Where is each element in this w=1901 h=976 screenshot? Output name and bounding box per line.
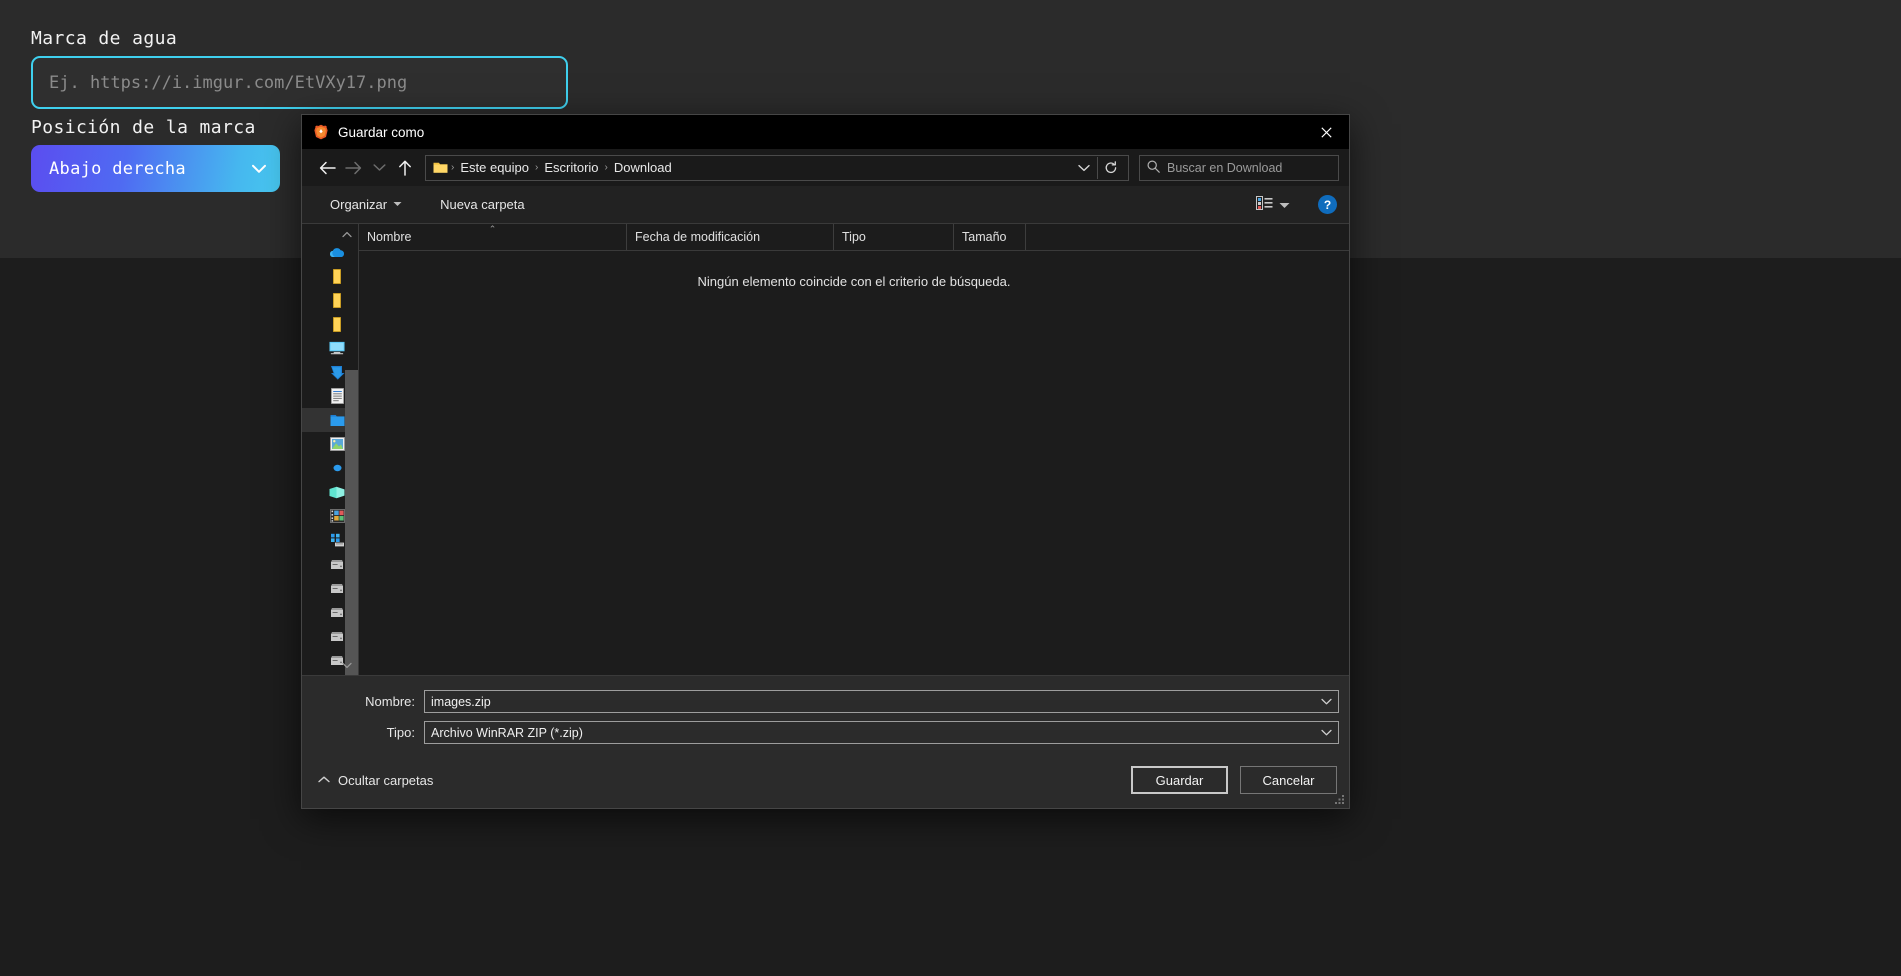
folder-yellow-icon	[329, 268, 345, 284]
watermark-position-group: Posición de la marca Abajo derecha	[31, 117, 280, 192]
empty-list-message: Ningún elemento coincide con el criterio…	[697, 274, 1011, 289]
search-icon	[1147, 159, 1160, 176]
recent-locations-chevron-down-icon[interactable]	[366, 155, 392, 181]
documents-icon	[329, 388, 345, 404]
dialog-command-bar: Organizar Nueva carpeta ?	[302, 186, 1349, 224]
sort-ascending-icon: ⌃	[488, 224, 497, 234]
dialog-title: Guardar como	[338, 124, 425, 140]
column-header-filler	[1026, 224, 1349, 250]
breadcrumb-item-download[interactable]: Download	[609, 158, 677, 177]
folder-yellow-icon	[329, 292, 345, 308]
onedrive-cloud-icon	[329, 244, 345, 260]
new-folder-label: Nueva carpeta	[440, 197, 525, 212]
sidebar-scroll-down-icon[interactable]	[338, 657, 355, 673]
file-list-column-header: ⌃ Nombre Fecha de modificación Tipo Tama…	[359, 224, 1349, 251]
pictures-icon	[329, 436, 345, 452]
breadcrumb-item-escritorio[interactable]: Escritorio	[539, 158, 603, 177]
save-as-dialog: Guardar como › Este equipo › Escritorio …	[301, 114, 1350, 809]
brave-lion-icon	[313, 124, 329, 140]
desktop-folder-icon	[329, 412, 345, 428]
view-mode-icon	[1256, 196, 1273, 213]
organize-button[interactable]: Organizar	[322, 193, 410, 216]
chevron-down-icon	[393, 200, 402, 209]
search-box[interactable]: Buscar en Download	[1139, 154, 1339, 181]
navigation-pane	[302, 224, 359, 675]
column-label: Fecha de modificación	[635, 230, 761, 244]
search-placeholder: Buscar en Download	[1167, 160, 1283, 175]
file-type-combobox[interactable]: Archivo WinRAR ZIP (*.zip)	[424, 721, 1339, 744]
drive-icon	[329, 628, 345, 644]
watermark-position-label: Posición de la marca	[31, 117, 256, 138]
drive-icon	[329, 580, 345, 596]
breadcrumb-item-este-equipo[interactable]: Este equipo	[455, 158, 534, 177]
forward-icon[interactable]	[340, 155, 366, 181]
chevron-down-icon[interactable]	[1316, 728, 1336, 738]
file-type-label: Tipo:	[386, 725, 415, 740]
column-header-fecha-modificacion[interactable]: Fecha de modificación	[627, 224, 834, 250]
file-list-pane: ⌃ Nombre Fecha de modificación Tipo Tama…	[359, 224, 1349, 675]
sidebar-scrollbar[interactable]	[345, 240, 358, 675]
up-one-level-icon[interactable]	[392, 155, 418, 181]
new-folder-button[interactable]: Nueva carpeta	[432, 193, 533, 216]
watermark-label: Marca de agua	[31, 28, 178, 49]
save-form: Nombre: images.zip Tipo: Archivo WinRAR …	[302, 675, 1349, 752]
network-apps-icon	[329, 532, 345, 548]
refresh-icon[interactable]	[1098, 156, 1124, 180]
save-button[interactable]: Guardar	[1131, 766, 1228, 794]
column-header-tipo[interactable]: Tipo	[834, 224, 954, 250]
file-name-label: Nombre:	[365, 694, 415, 709]
cancel-button[interactable]: Cancelar	[1240, 766, 1337, 794]
watermark-field-group: Marca de agua	[31, 28, 568, 109]
file-type-value[interactable]: Archivo WinRAR ZIP (*.zip)	[431, 726, 1316, 740]
file-name-combobox[interactable]: images.zip	[424, 690, 1339, 713]
help-button[interactable]: ?	[1318, 195, 1337, 214]
help-label: ?	[1323, 197, 1332, 212]
view-mode-chevron-down-icon	[1279, 197, 1290, 212]
drive-icon	[329, 604, 345, 620]
downloads-arrow-icon	[329, 364, 345, 380]
drive-icon	[329, 556, 345, 572]
chevron-up-icon	[318, 775, 330, 786]
sidebar-scroll-up-icon[interactable]	[338, 226, 355, 242]
sidebar-scrollbar-thumb[interactable]	[345, 370, 358, 675]
dialog-navigation-bar: › Este equipo › Escritorio › Download Bu…	[302, 149, 1349, 186]
address-history-chevron-down-icon[interactable]	[1071, 156, 1097, 180]
organize-label: Organizar	[330, 197, 388, 212]
music-teal-icon	[329, 484, 345, 500]
file-name-row: Nombre: images.zip	[312, 690, 1339, 713]
column-label: Tamaño	[962, 230, 1007, 244]
videos-film-icon	[329, 508, 345, 524]
dialog-footer: Ocultar carpetas Guardar Cancelar	[302, 752, 1349, 808]
close-icon[interactable]	[1303, 115, 1349, 149]
column-label: Nombre	[367, 230, 412, 244]
resize-grip-icon[interactable]	[1333, 793, 1345, 805]
column-header-nombre[interactable]: ⌃ Nombre	[359, 224, 627, 250]
watermark-input[interactable]	[31, 56, 568, 109]
column-label: Tipo	[842, 230, 866, 244]
this-pc-monitor-icon	[329, 340, 345, 356]
folder-yellow-icon	[329, 316, 345, 332]
address-bar[interactable]: › Este equipo › Escritorio › Download	[425, 154, 1129, 181]
hide-folders-toggle[interactable]: Ocultar carpetas	[312, 769, 439, 792]
view-mode-button[interactable]	[1250, 193, 1296, 216]
watermark-position-select[interactable]: Abajo derecha	[31, 145, 280, 192]
watermark-position-select-wrap: Abajo derecha	[31, 145, 280, 192]
chevron-down-icon[interactable]	[1316, 697, 1336, 707]
column-header-tamano[interactable]: Tamaño	[954, 224, 1026, 250]
file-type-row: Tipo: Archivo WinRAR ZIP (*.zip)	[312, 721, 1339, 744]
file-name-value[interactable]: images.zip	[431, 695, 1316, 709]
folder-icon	[433, 161, 448, 174]
back-icon[interactable]	[314, 155, 340, 181]
dialog-titlebar[interactable]: Guardar como	[302, 115, 1349, 149]
small-blue-dot-icon	[329, 460, 345, 476]
hide-folders-label: Ocultar carpetas	[338, 772, 434, 788]
dialog-body: ⌃ Nombre Fecha de modificación Tipo Tama…	[302, 224, 1349, 675]
